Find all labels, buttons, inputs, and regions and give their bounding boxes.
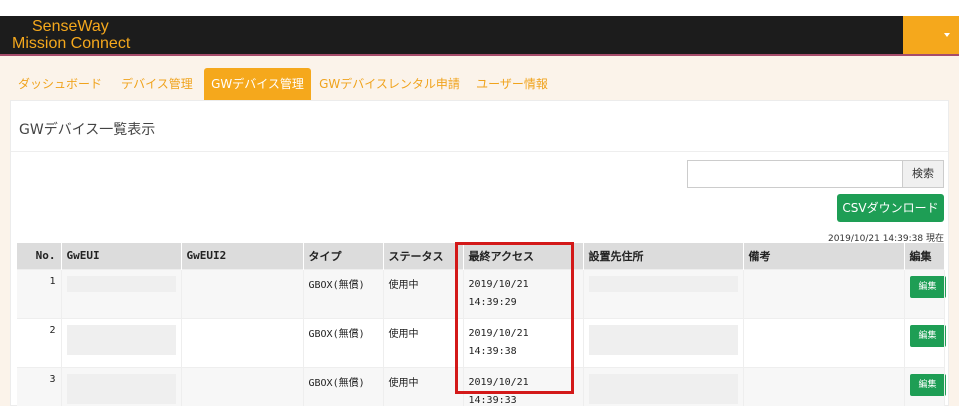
cell-gweui	[61, 268, 182, 318]
brand-line2: Mission Connect	[12, 35, 131, 52]
cell-last-access: 2019/10/21 14:39:29	[463, 268, 584, 318]
user-menu-button[interactable]	[903, 16, 959, 54]
cell-edit: 編集	[904, 317, 946, 367]
table-row: 3 GBOX(無償) 使用中 2019/10/21 14:39:33 編集	[17, 366, 946, 406]
cell-type: GBOX(無償)	[303, 366, 384, 406]
cell-gweui	[61, 366, 182, 406]
tab-dashboard[interactable]: ダッシュボード	[10, 68, 110, 100]
tab-gw-rental-application[interactable]: GWデバイスレンタル申請	[311, 68, 468, 100]
access-time: 14:39:33	[468, 394, 517, 406]
col-header-status: ステータス	[383, 243, 464, 269]
cell-type: GBOX(無償)	[303, 317, 384, 367]
panel-divider	[11, 151, 948, 152]
table-row: 2 GBOX(無償) 使用中 2019/10/21 14:39:38 編集	[17, 317, 946, 367]
edit-button[interactable]: 編集	[909, 275, 946, 298]
cell-address	[583, 366, 744, 406]
tab-gw-device-management[interactable]: GWデバイス管理	[204, 68, 311, 100]
csv-download-button[interactable]: CSVダウンロード	[837, 194, 944, 222]
redacted-gweui	[66, 275, 176, 292]
redacted-gweui	[66, 324, 176, 355]
cell-type: GBOX(無償)	[303, 268, 384, 318]
top-navbar: SenseWay Mission Connect	[0, 16, 959, 54]
cell-address	[583, 268, 744, 318]
caret-down-icon	[944, 33, 950, 37]
main-content: ダッシュボード デバイス管理 GWデバイス管理 GWデバイスレンタル申請 ユーザ…	[0, 56, 959, 406]
col-header-notes: 備考	[743, 243, 905, 269]
col-header-no: No.	[17, 243, 62, 269]
cell-notes	[743, 268, 905, 318]
cell-gweui2	[181, 268, 304, 318]
col-header-last-access: 最終アクセス	[463, 243, 584, 269]
cell-last-access: 2019/10/21 14:39:33	[463, 366, 584, 406]
edit-button[interactable]: 編集	[909, 324, 946, 347]
access-date: 2019/10/21	[468, 278, 529, 290]
brand-line1: SenseWay	[32, 18, 109, 35]
access-time: 14:39:29	[468, 296, 517, 308]
cell-gweui2	[181, 317, 304, 367]
edit-button[interactable]: 編集	[909, 373, 946, 396]
cell-notes	[743, 366, 905, 406]
search-button[interactable]: 検索	[902, 160, 944, 188]
cell-last-access: 2019/10/21 14:39:38	[463, 317, 584, 367]
cell-edit: 編集	[904, 366, 946, 406]
cell-no: 3	[17, 366, 62, 406]
redacted-address	[588, 275, 738, 292]
cell-status: 使用中	[383, 268, 464, 318]
cell-gweui2	[181, 366, 304, 406]
access-date: 2019/10/21	[468, 327, 529, 339]
col-header-edit: 編集	[904, 243, 945, 269]
panel-title: GWデバイス一覧表示	[19, 122, 156, 138]
col-header-address: 設置先住所	[583, 243, 744, 269]
access-time: 14:39:38	[468, 345, 517, 357]
col-header-gweui2: GwEUI2	[181, 243, 304, 269]
cell-status: 使用中	[383, 366, 464, 406]
col-header-gweui: GwEUI	[61, 243, 182, 269]
redacted-address	[588, 324, 738, 355]
cell-gweui	[61, 317, 182, 367]
cell-status: 使用中	[383, 317, 464, 367]
brand-logo[interactable]: SenseWay Mission Connect	[12, 18, 130, 52]
cell-edit: 編集	[904, 268, 946, 318]
cell-no: 1	[17, 268, 62, 318]
col-header-type: タイプ	[303, 243, 384, 269]
table-header-row: No. GwEUI GwEUI2 タイプ ステータス 最終アクセス 設置先住所 …	[17, 243, 945, 269]
search-input[interactable]	[687, 160, 902, 188]
gw-device-list-panel: GWデバイス一覧表示 検索 CSVダウンロード 2019/10/21 14:39…	[10, 100, 949, 406]
tab-user-info[interactable]: ユーザー情報	[468, 68, 556, 100]
redacted-address	[588, 373, 738, 404]
cell-notes	[743, 317, 905, 367]
tab-device-management[interactable]: デバイス管理	[110, 68, 204, 100]
cell-no: 2	[17, 317, 62, 367]
redacted-gweui	[66, 373, 176, 404]
cell-address	[583, 317, 744, 367]
gw-device-table: No. GwEUI GwEUI2 タイプ ステータス 最終アクセス 設置先住所 …	[17, 243, 946, 406]
table-row: 1 GBOX(無償) 使用中 2019/10/21 14:39:29 編集	[17, 268, 946, 318]
access-date: 2019/10/21	[468, 376, 529, 388]
